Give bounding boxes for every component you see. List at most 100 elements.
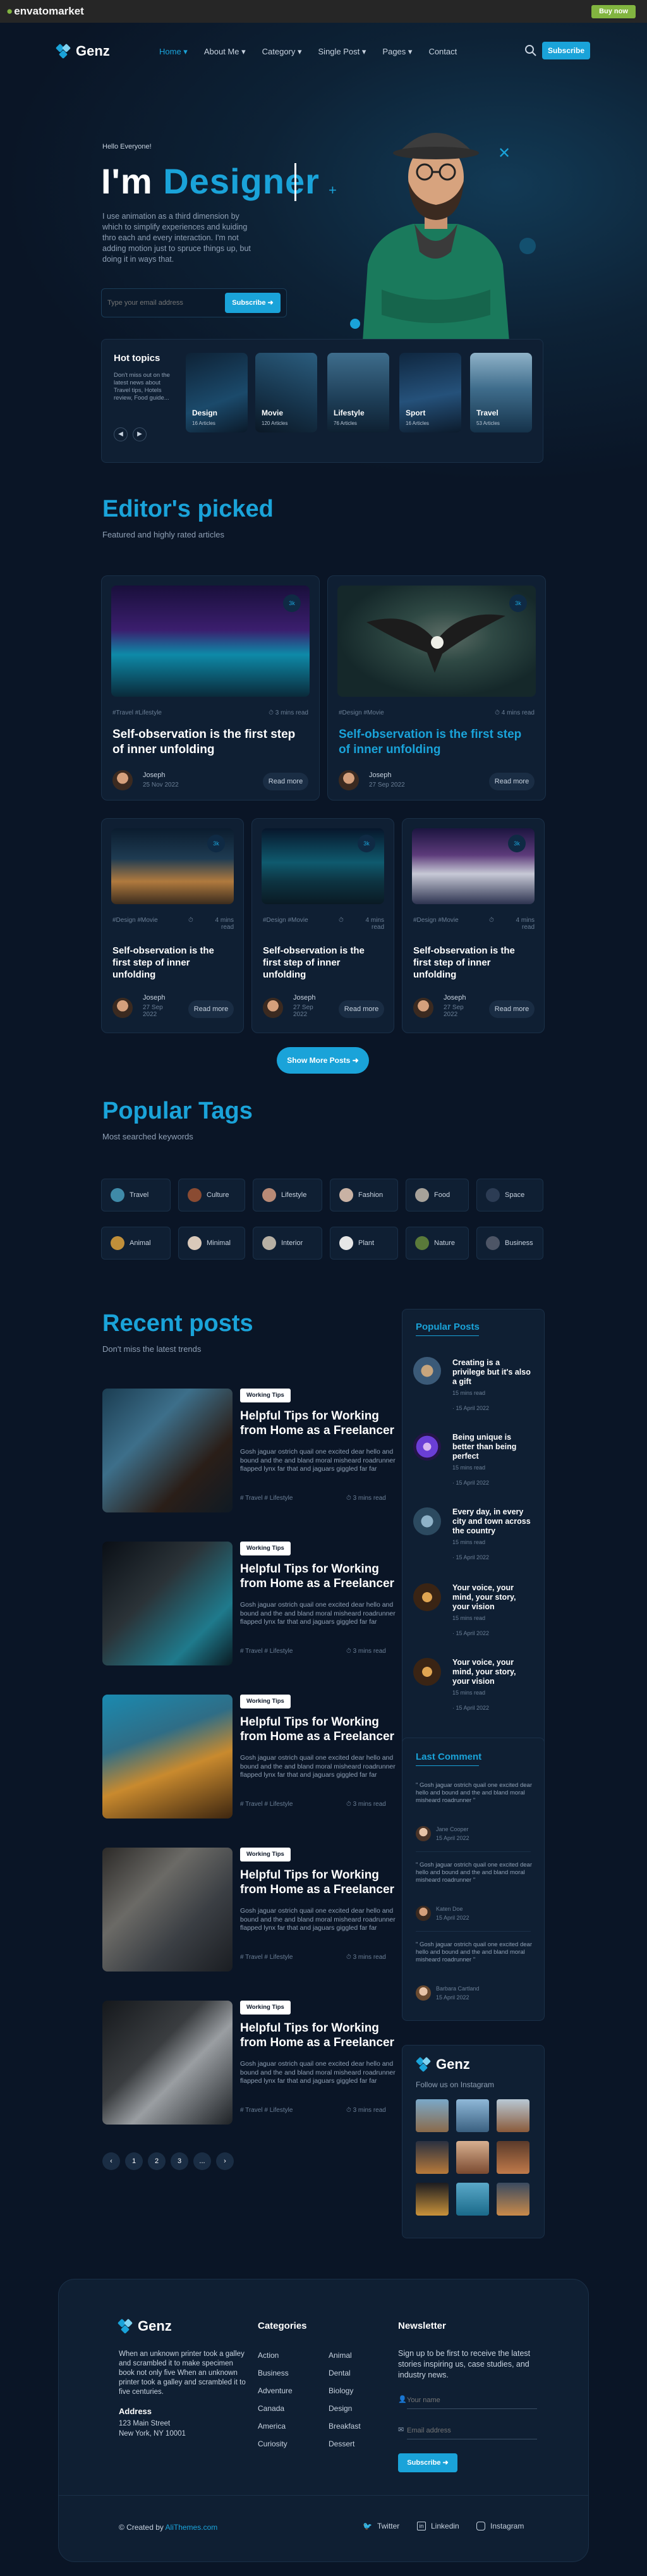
nav-contact[interactable]: Contact [428, 47, 457, 57]
pagination-page[interactable]: 2 [148, 2152, 166, 2170]
hero-subscribe-button[interactable]: Subscribe ➜ [225, 293, 281, 313]
footer-category-link[interactable]: Curiosity [258, 2439, 287, 2448]
social-instagram[interactable]: Instagram [476, 2522, 524, 2530]
recent-post-title[interactable]: Helpful Tips for Working from Home as a … [240, 2021, 396, 2050]
footer-category-link[interactable]: Biology [329, 2386, 353, 2395]
pagination-page[interactable]: 3 [171, 2152, 188, 2170]
footer-category-link[interactable]: Adventure [258, 2386, 293, 2395]
tag-food[interactable]: Food [406, 1179, 469, 1211]
read-more-button[interactable]: Read more [489, 1000, 535, 1018]
tag-plant[interactable]: Plant [330, 1227, 398, 1260]
tag-interior[interactable]: Interior [253, 1227, 322, 1260]
pagination-page[interactable]: 1 [125, 2152, 143, 2170]
nav-single-post[interactable]: Single Post ▾ [318, 47, 366, 57]
tag-business[interactable]: Business [476, 1227, 543, 1260]
post-date: 27 Sep 2022 [293, 1004, 313, 1018]
nav-category[interactable]: Category ▾ [262, 47, 302, 57]
tag-fashion[interactable]: Fashion [330, 1179, 398, 1211]
tag-space[interactable]: Space [476, 1179, 543, 1211]
social-twitter[interactable]: 🐦 Twitter [363, 2522, 399, 2530]
footer-category-link[interactable]: Dental [329, 2369, 351, 2377]
instagram-photo[interactable] [416, 2183, 449, 2216]
footer-category-link[interactable]: Dessert [329, 2439, 354, 2448]
instagram-photo[interactable] [416, 2141, 449, 2174]
recent-post-title[interactable]: Helpful Tips for Working from Home as a … [240, 1868, 396, 1897]
footer-name-input[interactable] [407, 2391, 537, 2409]
post-category-badge[interactable]: Working Tips [240, 1695, 291, 1708]
envato-logo[interactable]: ● envatomarket [6, 5, 84, 18]
search-icon[interactable] [524, 44, 537, 57]
read-more-button[interactable]: Read more [339, 1000, 384, 1018]
post-category-badge[interactable]: Working Tips [240, 1389, 291, 1402]
tag-lifestyle[interactable]: Lifestyle [253, 1179, 322, 1211]
popular-post-title[interactable]: Your voice, your mind, your story, your … [452, 1658, 531, 1686]
instagram-photo[interactable] [497, 2141, 529, 2174]
tag-animal[interactable]: Animal [101, 1227, 171, 1260]
hero-email-input[interactable] [107, 292, 219, 314]
footer-category-link[interactable]: Breakfast [329, 2422, 361, 2431]
popular-post-title[interactable]: Being unique is better than being perfec… [452, 1433, 531, 1461]
footer-email-input[interactable] [407, 2422, 537, 2439]
tag-travel[interactable]: Travel [101, 1179, 171, 1211]
hot-next-button[interactable]: ▶ [133, 427, 147, 441]
post-read-time: 4 mins read [516, 917, 535, 931]
post-category-badge[interactable]: Working Tips [240, 1848, 291, 1861]
read-more-button[interactable]: Read more [263, 773, 308, 790]
instagram-photo[interactable] [456, 2183, 489, 2216]
header-subscribe-button[interactable]: Subscribe [542, 42, 590, 59]
read-more-button[interactable]: Read more [188, 1000, 234, 1018]
nav-pages[interactable]: Pages ▾ [382, 47, 412, 57]
social-linkedin[interactable]: in Linkedin [417, 2522, 459, 2530]
post-title[interactable]: Self-observation is the first step of in… [263, 945, 384, 981]
pagination-next-button[interactable]: › [216, 2152, 234, 2170]
popular-post-title[interactable]: Every day, in every city and town across… [452, 1507, 531, 1536]
topic-card-sport[interactable]: Sport 16 Articles [399, 353, 461, 432]
instagram-photo[interactable] [416, 2099, 449, 2132]
topic-card-movie[interactable]: Movie 120 Articles [255, 353, 317, 432]
recent-post-title[interactable]: Helpful Tips for Working from Home as a … [240, 1562, 396, 1591]
instagram-photo[interactable] [497, 2183, 529, 2216]
topic-card-travel[interactable]: Travel 53 Articles [470, 353, 532, 432]
footer-category-link[interactable]: Action [258, 2351, 279, 2360]
footer-subscribe-button[interactable]: Subscribe ➜ [398, 2453, 457, 2472]
creator-link[interactable]: AliThemes.com [166, 2523, 218, 2532]
tag-minimal[interactable]: Minimal [178, 1227, 245, 1260]
hot-prev-button[interactable]: ◀ [114, 427, 128, 441]
instagram-photo[interactable] [456, 2141, 489, 2174]
post-title[interactable]: Self-observation is the first step of in… [112, 727, 310, 757]
read-more-button[interactable]: Read more [489, 773, 535, 790]
tag-culture[interactable]: Culture [178, 1179, 245, 1211]
recent-post-excerpt: Gosh jaguar ostrich quail one excited de… [240, 1907, 396, 1932]
footer-logo[interactable]: Genz [117, 2318, 172, 2334]
popular-post-title[interactable]: Your voice, your mind, your story, your … [452, 1583, 531, 1612]
hot-topics-description: Don't miss out on the latest news about … [114, 372, 170, 402]
footer-category-link[interactable]: Design [329, 2404, 352, 2413]
tag-nature[interactable]: Nature [406, 1227, 469, 1260]
recent-post-title[interactable]: Helpful Tips for Working from Home as a … [240, 1715, 396, 1744]
footer-category-link[interactable]: Animal [329, 2351, 352, 2360]
buy-now-button[interactable]: Buy now [591, 5, 636, 18]
instagram-photo[interactable] [456, 2099, 489, 2132]
topic-card-lifestyle[interactable]: Lifestyle 76 Articles [327, 353, 389, 432]
author-name: Joseph [369, 771, 392, 779]
pagination-prev-button[interactable]: ‹ [102, 2152, 120, 2170]
footer-category-link[interactable]: America [258, 2422, 286, 2431]
post-title[interactable]: Self-observation is the first step of in… [339, 727, 536, 757]
site-logo[interactable]: Genz [55, 43, 110, 59]
post-title[interactable]: Self-observation is the first step of in… [413, 945, 535, 981]
popular-post-title[interactable]: Creating is a privilege but it's also a … [452, 1358, 531, 1387]
nav-home[interactable]: Home ▾ [159, 47, 188, 57]
footer-category-link[interactable]: Business [258, 2369, 289, 2377]
show-more-posts-button[interactable]: Show More Posts ➜ [277, 1047, 369, 1074]
popular-post-thumbnail [413, 1357, 441, 1385]
footer-category-link[interactable]: Canada [258, 2404, 284, 2413]
post-category-badge[interactable]: Working Tips [240, 1542, 291, 1555]
post-title[interactable]: Self-observation is the first step of in… [112, 945, 234, 981]
nav-about[interactable]: About Me ▾ [204, 47, 246, 57]
pagination-ellipsis: ... [193, 2152, 211, 2170]
instagram-photo[interactable] [497, 2099, 529, 2132]
recent-post-excerpt: Gosh jaguar ostrich quail one excited de… [240, 1601, 396, 1626]
recent-post-title[interactable]: Helpful Tips for Working from Home as a … [240, 1409, 396, 1438]
post-category-badge[interactable]: Working Tips [240, 2001, 291, 2015]
topic-card-design[interactable]: Design 16 Articles [186, 353, 248, 432]
